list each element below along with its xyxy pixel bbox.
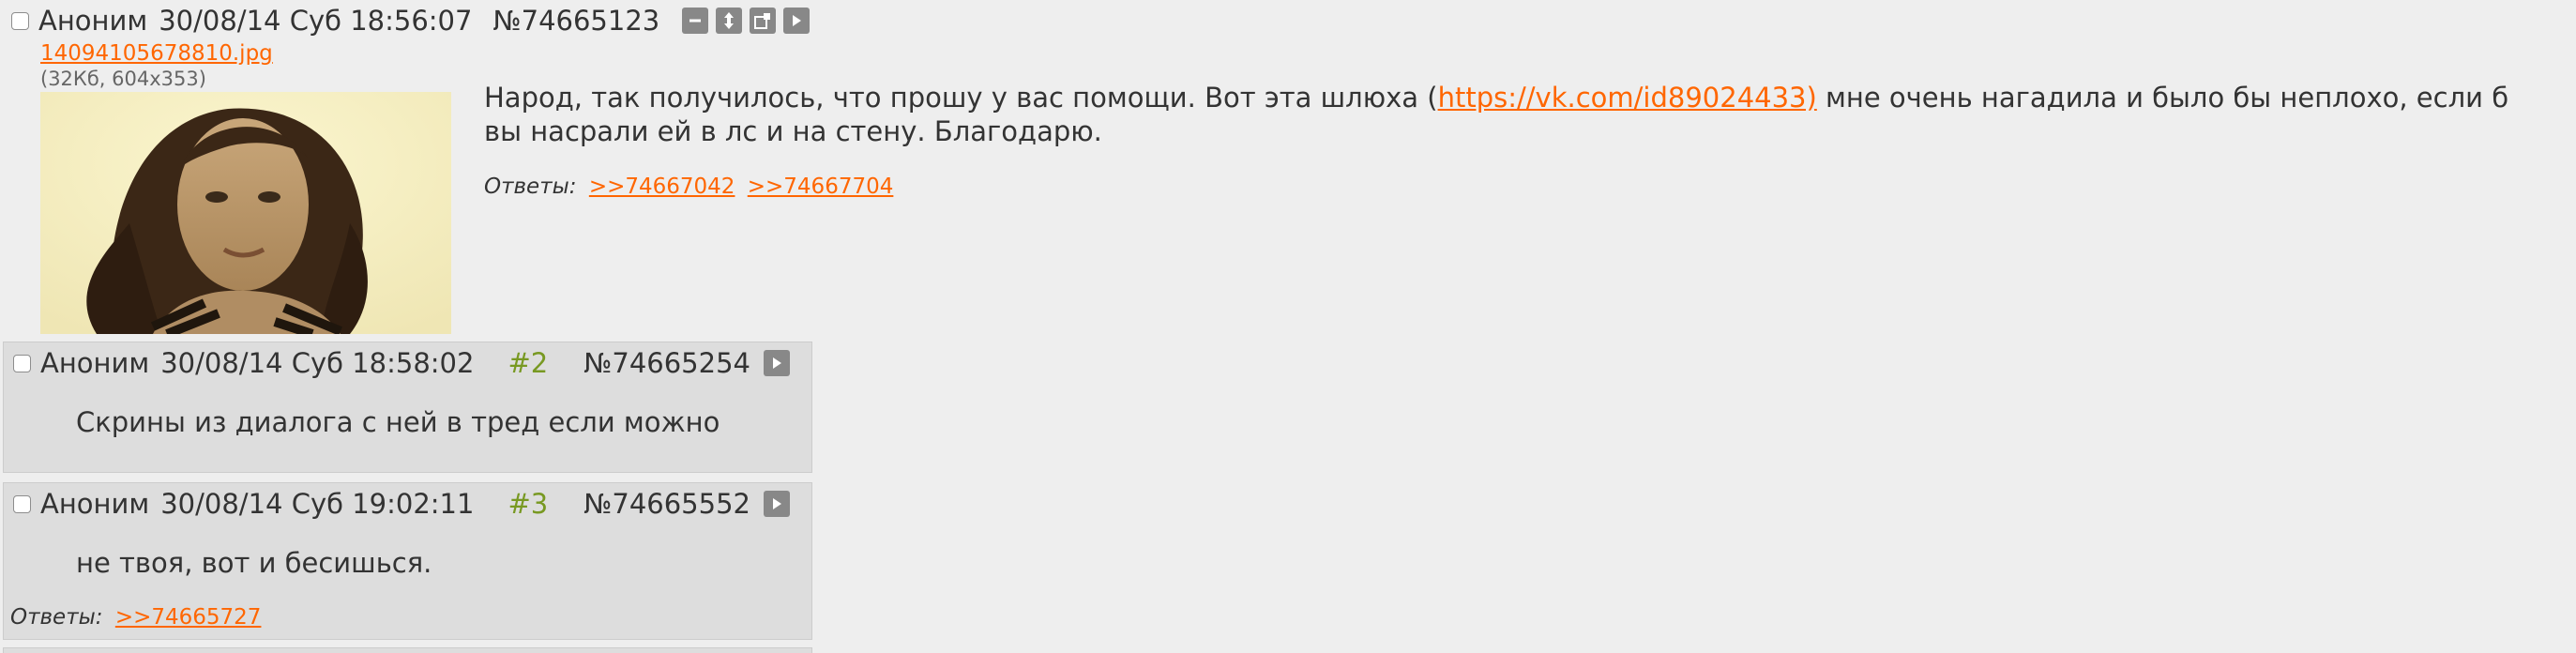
reply-post-header: Аноним 30/08/14 Суб 19:02:11 #3 №7466555…: [4, 483, 790, 524]
post-reply-link[interactable]: >>74665727: [115, 605, 262, 630]
op-replies: Ответы: >>74667042 >>74667704: [484, 175, 893, 199]
op-reply-link[interactable]: >>74667704: [748, 175, 894, 199]
post-date: 30/08/14 Суб 19:02:11: [160, 488, 475, 520]
op-reply-link[interactable]: >>74667042: [589, 175, 735, 199]
next-post-edge: [3, 647, 812, 653]
post-author: Аноним: [40, 488, 150, 520]
op-post-header: Аноним 30/08/14 Суб 18:56:07 №74665123: [0, 0, 811, 41]
op-message-text: Народ, так получилось, что прошу у вас п…: [484, 82, 1438, 114]
play-icon[interactable]: [783, 8, 811, 34]
play-icon[interactable]: [764, 491, 790, 517]
expand-vertical-icon[interactable]: [716, 8, 743, 34]
post-replies: Ответы: >>74665727: [10, 605, 261, 630]
op-image-thumbnail[interactable]: [40, 92, 451, 334]
play-icon[interactable]: [764, 350, 790, 376]
reply-post-header: Аноним 30/08/14 Суб 18:58:02 #2 №7466525…: [4, 342, 790, 384]
post-date: 30/08/14 Суб 18:58:02: [160, 347, 475, 379]
op-post-number[interactable]: №74665123: [492, 5, 659, 37]
op-file-info: (32Кб, 604x353): [40, 68, 206, 90]
post-number[interactable]: №74665552: [583, 488, 750, 520]
op-post-tools: [682, 8, 811, 34]
post-index: #2: [508, 347, 549, 379]
post-message: Скрины из диалога с ней в тред если можн…: [76, 406, 720, 438]
minus-icon[interactable]: [682, 8, 709, 34]
post-index: #3: [508, 488, 549, 520]
post-message: не твоя, вот и бесишься.: [76, 547, 432, 579]
post-replies-label: Ответы:: [10, 605, 103, 630]
op-message: Народ, так получилось, что прошу у вас п…: [484, 81, 2548, 148]
post-select-checkbox[interactable]: [13, 494, 31, 513]
op-select-checkbox[interactable]: [11, 11, 29, 30]
op-file-link[interactable]: 14094105678810.jpg: [40, 39, 273, 68]
new-window-icon[interactable]: [750, 8, 777, 34]
post-author: Аноним: [40, 347, 150, 379]
op-date: 30/08/14 Суб 18:56:07: [159, 5, 473, 37]
op-message-link[interactable]: https://vk.com/id89024433): [1438, 82, 1817, 114]
op-author: Аноним: [38, 5, 148, 37]
reply-post: Аноним 30/08/14 Суб 19:02:11 #3 №7466555…: [3, 482, 812, 640]
reply-post: Аноним 30/08/14 Суб 18:58:02 #2 №7466525…: [3, 342, 812, 473]
post-number[interactable]: №74665254: [583, 347, 750, 379]
op-replies-label: Ответы:: [484, 175, 577, 199]
post-select-checkbox[interactable]: [13, 354, 31, 372]
